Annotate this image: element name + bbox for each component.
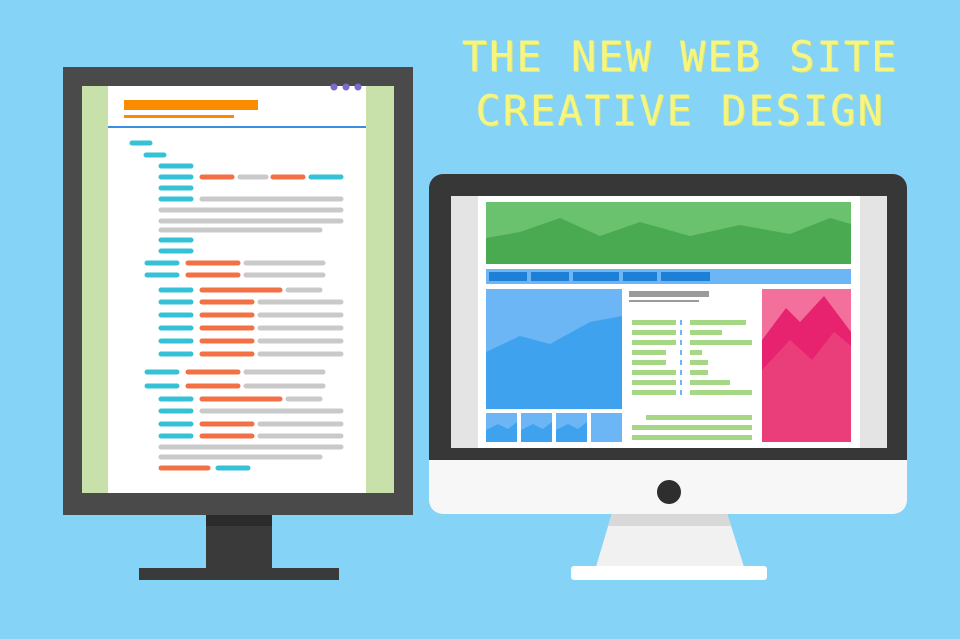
website-monitor (429, 174, 907, 580)
thumbnail[interactable] (591, 413, 622, 442)
monitor-base (139, 568, 339, 580)
illustration (63, 67, 907, 580)
nav-bar (486, 269, 851, 284)
sidebar-image[interactable] (762, 289, 851, 442)
content-heading (629, 291, 709, 297)
hero-banner[interactable] (486, 202, 851, 264)
nav-item[interactable] (489, 272, 527, 281)
imac-base (571, 566, 767, 580)
nav-item[interactable] (661, 272, 710, 281)
editor-divider (108, 126, 366, 128)
nav-item[interactable] (573, 272, 619, 281)
thumbnail[interactable] (486, 413, 517, 442)
thumbnail[interactable] (556, 413, 587, 442)
thumbnail[interactable] (521, 413, 552, 442)
window-dots-icon[interactable] (330, 83, 362, 91)
imac-camera-icon (657, 480, 681, 504)
nav-item[interactable] (623, 272, 657, 281)
editor-title-bar (124, 100, 258, 110)
code-monitor (63, 67, 413, 580)
feature-image[interactable] (486, 289, 622, 409)
nav-item[interactable] (531, 272, 569, 281)
